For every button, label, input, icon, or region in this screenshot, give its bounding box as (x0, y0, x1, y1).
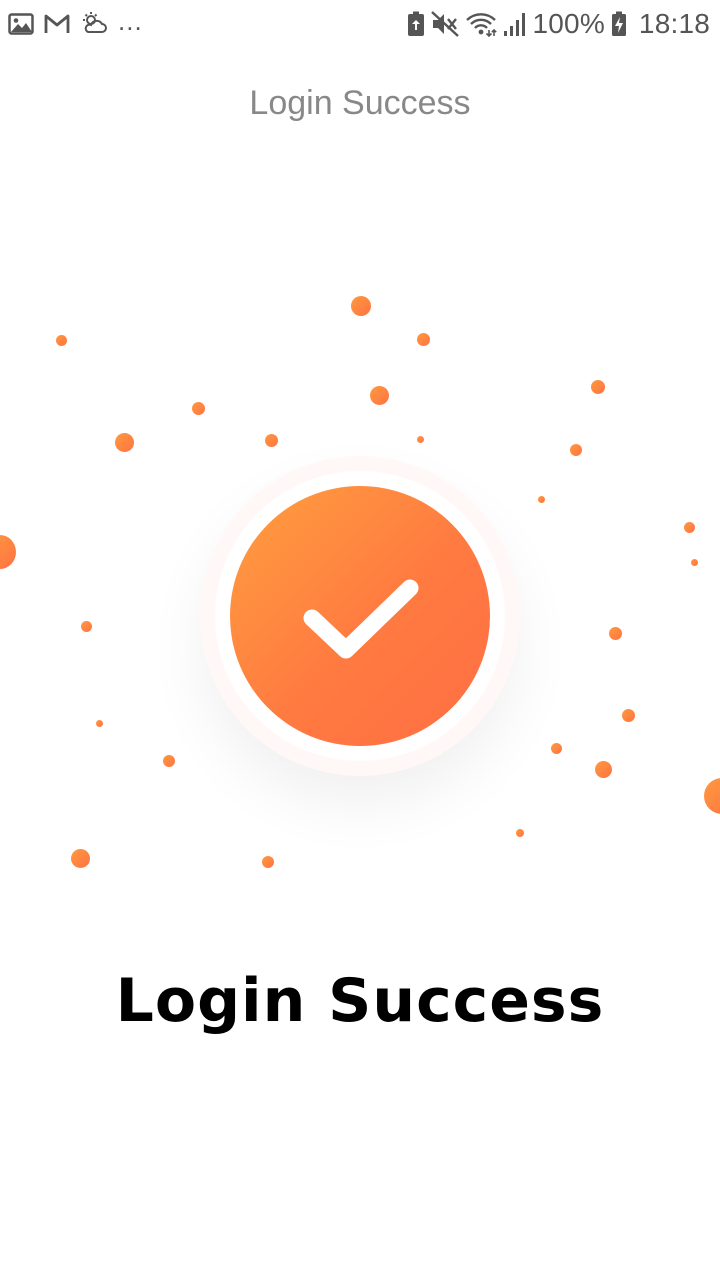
more-notifications-indicator: ... (118, 6, 143, 36)
confetti-dot (192, 402, 205, 415)
confetti-dot (0, 535, 16, 569)
battery-percent: 100% (532, 8, 605, 39)
confetti-dot (704, 778, 720, 814)
battery-saver-icon (407, 11, 425, 37)
status-bar-right: 100% 18:18 (407, 8, 711, 40)
confetti-dot (115, 433, 134, 452)
confetti-dot (96, 720, 103, 727)
image-icon (8, 12, 34, 36)
weather-icon (80, 11, 108, 37)
confetti-dot (370, 386, 389, 405)
login-success-screen: ... 100% 18:18 Login Success Login Succe… (0, 0, 720, 1280)
confetti-dot (56, 335, 67, 346)
gmail-icon (44, 13, 70, 35)
wifi-icon (465, 11, 497, 37)
battery-icon (611, 11, 627, 37)
confetti-dot (351, 296, 371, 316)
confetti-dot (265, 434, 278, 447)
confetti-dot (538, 496, 545, 503)
confetti-dot (622, 709, 635, 722)
confetti-dot (691, 559, 698, 566)
confetti-dot (516, 829, 524, 837)
signal-icon (503, 11, 527, 37)
confetti-dot (417, 436, 424, 443)
confetti-dot (417, 333, 430, 346)
mute-icon (430, 11, 459, 37)
check-icon (303, 579, 419, 659)
success-message: Login Success (115, 966, 605, 1036)
confetti-dot (81, 621, 92, 632)
confetti-dot (595, 761, 612, 778)
confetti-dot (591, 380, 605, 394)
confetti-dot (684, 522, 695, 533)
page-title: Login Success (249, 84, 471, 122)
confetti-dot (71, 849, 90, 868)
confetti-dot (609, 627, 622, 640)
confetti-dot (570, 444, 582, 456)
confetti-dot (551, 743, 562, 754)
status-time: 18:18 (638, 8, 710, 39)
status-bar-left: ... (8, 8, 143, 40)
status-bar: ... 100% 18:18 (0, 0, 720, 48)
confetti-dot (262, 856, 274, 868)
confetti-dot (163, 755, 175, 767)
